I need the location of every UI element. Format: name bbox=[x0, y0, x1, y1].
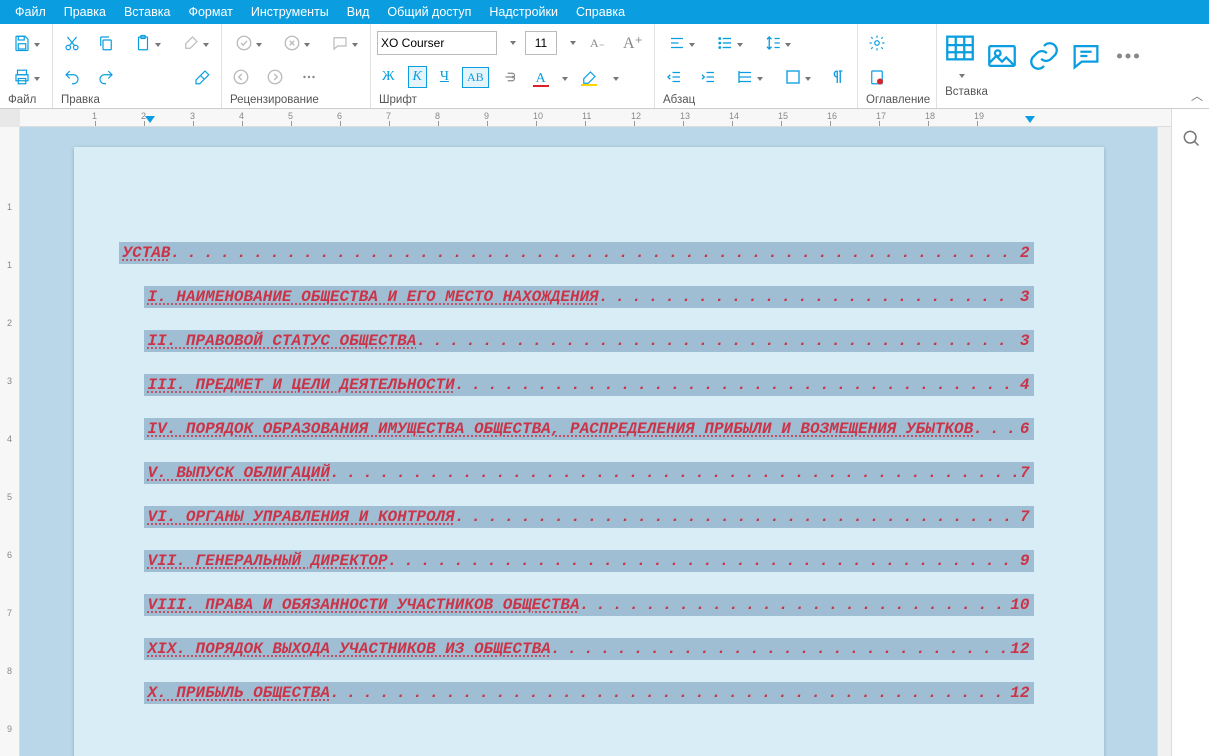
indent-increase-button[interactable] bbox=[695, 64, 721, 90]
horizontal-ruler[interactable]: 12345678910111213141516171819 bbox=[20, 109, 1171, 127]
ribbon-label: Вставка bbox=[943, 86, 1145, 98]
ribbon-group-font: A₋ A⁺ Ж К Ч АВ А Шрифт bbox=[371, 24, 655, 108]
toc-entry[interactable]: VI. ОРГАНЫ УПРАВЛЕНИЯ И КОНТРОЛЯ........… bbox=[144, 506, 1034, 528]
line-spacing-button[interactable] bbox=[757, 30, 797, 56]
toc-entry[interactable]: II. ПРАВОВОЙ СТАТУС ОБЩЕСТВА............… bbox=[144, 330, 1034, 352]
paste-button[interactable] bbox=[127, 30, 167, 56]
copy-button[interactable] bbox=[93, 30, 119, 56]
ribbon: Файл Правка bbox=[0, 24, 1209, 109]
ribbon-group-insert: Вставка bbox=[937, 24, 1151, 108]
menu-Файл[interactable]: Файл bbox=[6, 5, 55, 19]
comment-button[interactable] bbox=[324, 30, 364, 56]
insert-link-button[interactable] bbox=[1027, 28, 1061, 84]
italic-button[interactable]: К bbox=[408, 66, 427, 88]
accept-change-button[interactable] bbox=[228, 30, 268, 56]
highlight-color-button[interactable] bbox=[576, 69, 602, 86]
font-color-button[interactable]: А bbox=[531, 68, 551, 87]
font-color-dropdown[interactable] bbox=[559, 70, 568, 84]
font-name-input[interactable] bbox=[377, 31, 497, 55]
ribbon-label: Абзац bbox=[661, 94, 851, 106]
menu-Формат[interactable]: Формат bbox=[179, 5, 241, 19]
indent-decrease-button[interactable] bbox=[661, 64, 687, 90]
font-size-dropdown[interactable] bbox=[565, 31, 577, 55]
toc-entry[interactable]: VII. ГЕНЕРАЛЬНЫЙ ДИРЕКТОР...............… bbox=[144, 550, 1034, 572]
more-review-button[interactable] bbox=[296, 64, 322, 90]
ribbon-label: Оглавление bbox=[864, 94, 930, 106]
ribbon-label: Правка bbox=[59, 94, 215, 106]
workspace: 12345678910111213141516171819 1123456789… bbox=[0, 109, 1209, 756]
search-icon[interactable] bbox=[1178, 125, 1204, 151]
vertical-scrollbar[interactable] bbox=[1157, 127, 1171, 756]
more-insert-button[interactable] bbox=[1111, 28, 1145, 84]
toc-entry[interactable]: VIII. ПРАВА И ОБЯЗАННОСТИ УЧАСТНИКОВ ОБЩ… bbox=[144, 594, 1034, 616]
collapse-ribbon-button[interactable]: ︿ bbox=[1191, 87, 1203, 104]
tab-button[interactable] bbox=[729, 64, 769, 90]
shrink-font-button[interactable]: A₋ bbox=[585, 33, 610, 54]
menu-Надстройки[interactable]: Надстройки bbox=[480, 5, 567, 19]
menu-Вид[interactable]: Вид bbox=[338, 5, 379, 19]
ribbon-group-edit: Правка bbox=[53, 24, 222, 108]
ribbon-group-toc: Оглавление bbox=[858, 24, 937, 108]
list-button[interactable] bbox=[709, 30, 749, 56]
strike-button[interactable] bbox=[497, 64, 523, 90]
redo-button[interactable] bbox=[93, 64, 119, 90]
cut-button[interactable] bbox=[59, 30, 85, 56]
ribbon-group-file: Файл bbox=[0, 24, 53, 108]
toc-entry[interactable]: X. ПРИБЫЛЬ ОБЩЕСТВА.....................… bbox=[144, 682, 1034, 704]
right-sidebar bbox=[1171, 109, 1209, 756]
insert-comment-button[interactable] bbox=[1069, 28, 1103, 84]
border-button[interactable] bbox=[777, 64, 817, 90]
toc-entry[interactable]: III. ПРЕДМЕТ И ЦЕЛИ ДЕЯТЕЛЬНОСТИ........… bbox=[144, 374, 1034, 396]
toc-entry[interactable]: XIX. ПОРЯДОК ВЫХОДА УЧАСТНИКОВ ИЗ ОБЩЕСТ… bbox=[144, 638, 1034, 660]
ribbon-group-paragraph: Абзац bbox=[655, 24, 858, 108]
page: УСТАВ...................................… bbox=[74, 147, 1104, 756]
ribbon-label: Шрифт bbox=[377, 94, 648, 106]
reject-change-button[interactable] bbox=[276, 30, 316, 56]
insert-image-button[interactable] bbox=[985, 28, 1019, 84]
eraser-button[interactable] bbox=[189, 64, 215, 90]
toc-entry[interactable]: УСТАВ...................................… bbox=[119, 242, 1034, 264]
pilcrow-button[interactable] bbox=[825, 64, 851, 90]
menu-Справка[interactable]: Справка bbox=[567, 5, 634, 19]
bold-button[interactable]: Ж bbox=[377, 66, 400, 88]
format-painter-button[interactable] bbox=[175, 30, 215, 56]
toc-refresh-button[interactable] bbox=[864, 64, 890, 90]
toc-entry[interactable]: V. ВЫПУСК ОБЛИГАЦИЙ.....................… bbox=[144, 462, 1034, 484]
toc-container: УСТАВ...................................… bbox=[144, 242, 1034, 704]
menu-Общий доступ[interactable]: Общий доступ bbox=[378, 5, 480, 19]
print-button[interactable] bbox=[6, 64, 46, 90]
toc-entry[interactable]: IV. ПОРЯДОК ОБРАЗОВАНИЯ ИМУЩЕСТВА ОБЩЕСТ… bbox=[144, 418, 1034, 440]
highlight-color-dropdown[interactable] bbox=[610, 70, 619, 84]
document-canvas[interactable]: УСТАВ...................................… bbox=[20, 127, 1157, 756]
prev-change-button[interactable] bbox=[228, 64, 254, 90]
toc-settings-button[interactable] bbox=[864, 30, 890, 56]
font-name-dropdown[interactable] bbox=[505, 31, 517, 55]
toc-entry[interactable]: I. НАИМЕНОВАНИЕ ОБЩЕСТВА И ЕГО МЕСТО НАХ… bbox=[144, 286, 1034, 308]
menu-Правка[interactable]: Правка bbox=[55, 5, 115, 19]
undo-button[interactable] bbox=[59, 64, 85, 90]
next-change-button[interactable] bbox=[262, 64, 288, 90]
grow-font-button[interactable]: A⁺ bbox=[618, 30, 648, 56]
ribbon-group-review: Рецензирование bbox=[222, 24, 371, 108]
menu-Вставка[interactable]: Вставка bbox=[115, 5, 179, 19]
ribbon-label: Рецензирование bbox=[228, 94, 364, 106]
save-button[interactable] bbox=[6, 30, 46, 56]
align-button[interactable] bbox=[661, 30, 701, 56]
font-size-input[interactable] bbox=[525, 31, 557, 55]
menubar: ФайлПравкаВставкаФорматИнструментыВидОбщ… bbox=[0, 0, 1209, 24]
underline-button[interactable]: Ч bbox=[435, 66, 454, 88]
vertical-ruler[interactable]: 112345678910 bbox=[0, 127, 20, 756]
highlight-button[interactable]: АВ bbox=[462, 67, 489, 88]
menu-Инструменты[interactable]: Инструменты bbox=[242, 5, 338, 19]
insert-table-button[interactable] bbox=[943, 28, 977, 84]
ribbon-label: Файл bbox=[6, 94, 46, 106]
